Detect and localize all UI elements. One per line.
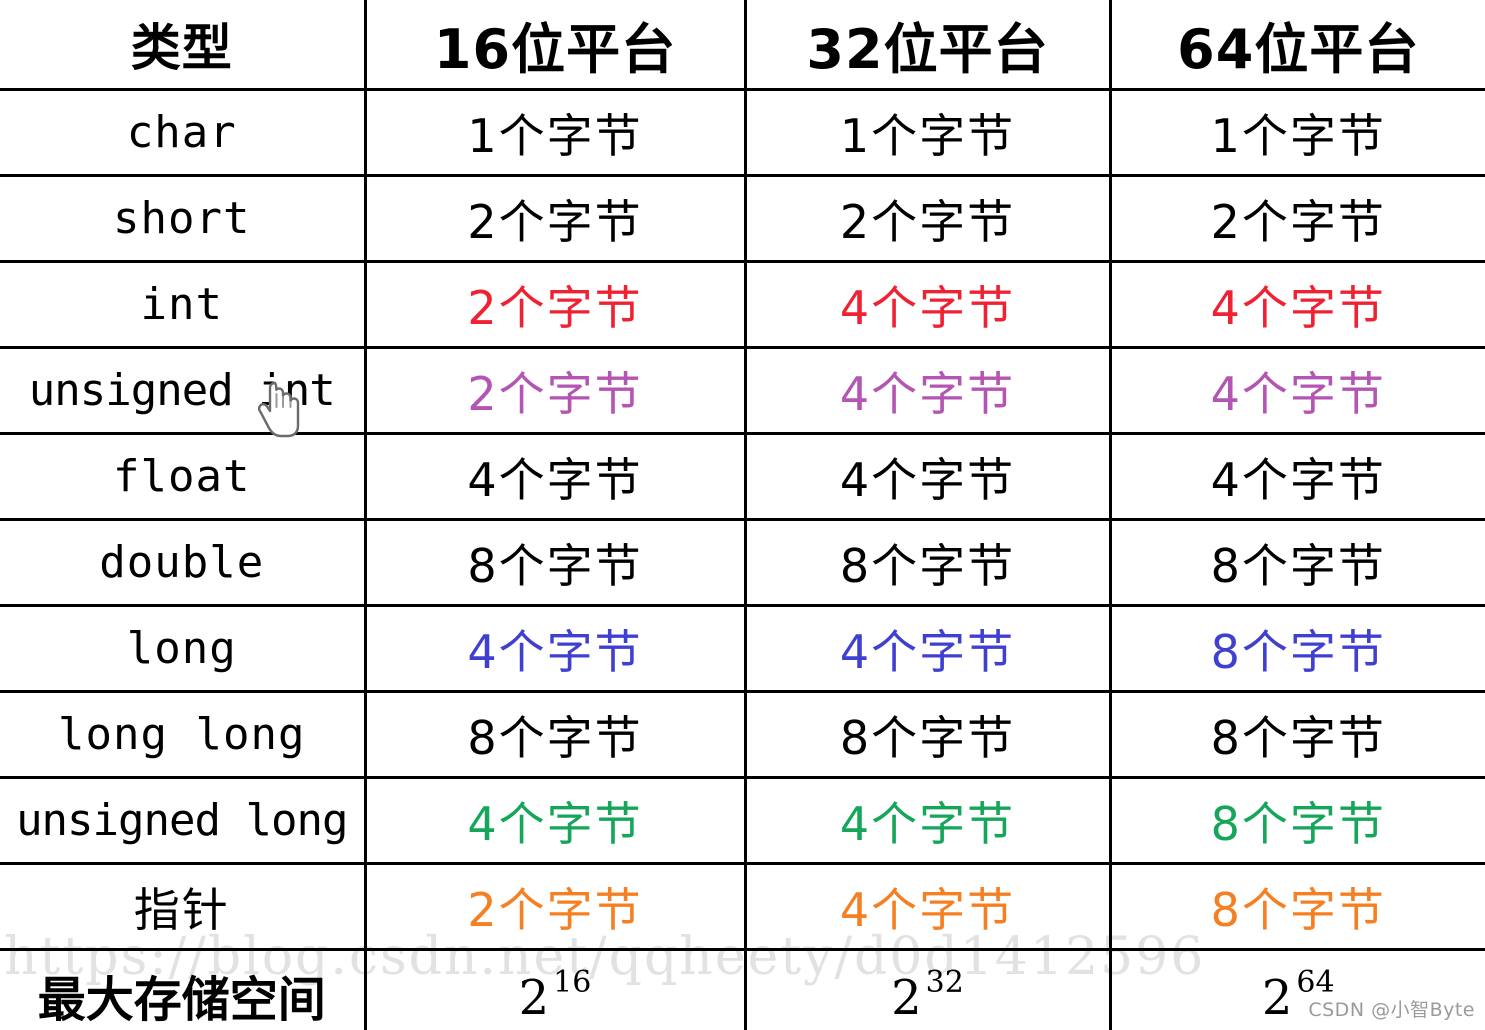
cell-size-64bit: 4个字节 xyxy=(1108,260,1485,349)
csdn-signature: CSDN @小智Byte xyxy=(1308,999,1475,1021)
cell-size-32bit: 4个字节 xyxy=(743,862,1112,951)
table-header-row: 类型 16位平台 32位平台 64位平台 xyxy=(0,0,1485,91)
cell-type-name: unsigned long xyxy=(0,776,367,865)
cell-size-32bit: 4个字节 xyxy=(743,604,1112,693)
cell-size-64bit: 4个字节 xyxy=(1108,346,1485,435)
cell-type-name: int xyxy=(0,260,367,349)
cell-size-16bit: 2个字节 xyxy=(363,346,747,435)
cell-type-name: double xyxy=(0,518,367,607)
cell-size-32bit: 2个字节 xyxy=(743,174,1112,263)
cell-type-name: 指针 xyxy=(0,862,367,951)
table-row: short 2个字节 2个字节 2个字节 xyxy=(0,174,1485,263)
cell-size-16bit: 8个字节 xyxy=(363,690,747,779)
cell-type-name: long xyxy=(0,604,367,693)
cell-size-64bit: 8个字节 xyxy=(1108,518,1485,607)
cell-size-16bit: 4个字节 xyxy=(363,604,747,693)
power-base: 2 xyxy=(518,969,550,1026)
cell-size-16bit: 2个字节 xyxy=(363,174,747,263)
screenshot-root: https://blog.csdn.net/qqheety/d0d1412596… xyxy=(0,0,1485,1030)
power-exponent: 16 xyxy=(553,964,592,1000)
cell-size-16bit: 2个字节 xyxy=(363,862,747,951)
table-row: int 2个字节 4个字节 4个字节 xyxy=(0,260,1485,349)
cell-type-name: short xyxy=(0,174,367,263)
cell-size-16bit: 2个字节 xyxy=(363,260,747,349)
table-row-max-storage: 最大存储空间 2 16 2 32 2 64 xyxy=(0,948,1485,1030)
table-row: unsigned long 4个字节 4个字节 8个字节 xyxy=(0,776,1485,865)
cell-size-64bit: 1个字节 xyxy=(1108,88,1485,177)
table-row: unsigned int 2个字节 4个字节 4个字节 xyxy=(0,346,1485,435)
column-header-type: 类型 xyxy=(0,0,367,91)
cell-size-64bit: 4个字节 xyxy=(1108,432,1485,521)
cell-size-32bit: 4个字节 xyxy=(743,260,1112,349)
cell-size-32bit: 4个字节 xyxy=(743,432,1112,521)
cell-size-32bit: 8个字节 xyxy=(743,690,1112,779)
column-header-16bit: 16位平台 xyxy=(363,0,747,91)
cell-size-16bit: 1个字节 xyxy=(363,88,747,177)
cell-size-32bit: 4个字节 xyxy=(743,346,1112,435)
column-header-32bit: 32位平台 xyxy=(743,0,1112,91)
cell-size-64bit: 8个字节 xyxy=(1108,862,1485,951)
power-base: 2 xyxy=(891,969,922,1026)
power-exponent: 32 xyxy=(925,964,964,1000)
table-row: long 4个字节 4个字节 8个字节 xyxy=(0,604,1485,693)
table-row: long long 8个字节 8个字节 8个字节 xyxy=(0,690,1485,779)
table-row: float 4个字节 4个字节 4个字节 xyxy=(0,432,1485,521)
table-row: char 1个字节 1个字节 1个字节 xyxy=(0,88,1485,177)
cell-type-name: long long xyxy=(0,690,367,779)
cell-size-32bit: 1个字节 xyxy=(743,88,1112,177)
cell-size-64bit: 8个字节 xyxy=(1108,776,1485,865)
cell-size-32bit: 4个字节 xyxy=(743,776,1112,865)
cell-size-64bit: 2个字节 xyxy=(1108,174,1485,263)
cell-size-64bit: 8个字节 xyxy=(1108,690,1485,779)
cell-size-32bit: 8个字节 xyxy=(743,518,1112,607)
cell-size-16bit: 8个字节 xyxy=(363,518,747,607)
cell-size-16bit: 4个字节 xyxy=(363,432,747,521)
table-row: double 8个字节 8个字节 8个字节 xyxy=(0,518,1485,607)
cell-type-name: unsigned int xyxy=(0,346,367,435)
power-base: 2 xyxy=(1261,969,1293,1026)
cell-max-storage-16bit: 2 16 xyxy=(363,948,747,1030)
cell-type-name: float xyxy=(0,432,367,521)
cell-size-16bit: 4个字节 xyxy=(363,776,747,865)
table-row: 指针 2个字节 4个字节 8个字节 xyxy=(0,862,1485,951)
cell-size-64bit: 8个字节 xyxy=(1108,604,1485,693)
cell-type-name: char xyxy=(0,88,367,177)
cell-max-storage-32bit: 2 32 xyxy=(743,948,1112,1030)
column-header-64bit: 64位平台 xyxy=(1108,0,1485,91)
data-type-size-table: 类型 16位平台 32位平台 64位平台 char 1个字节 1个字节 1个字节… xyxy=(0,0,1485,1030)
cell-max-storage-label: 最大存储空间 xyxy=(0,948,367,1030)
